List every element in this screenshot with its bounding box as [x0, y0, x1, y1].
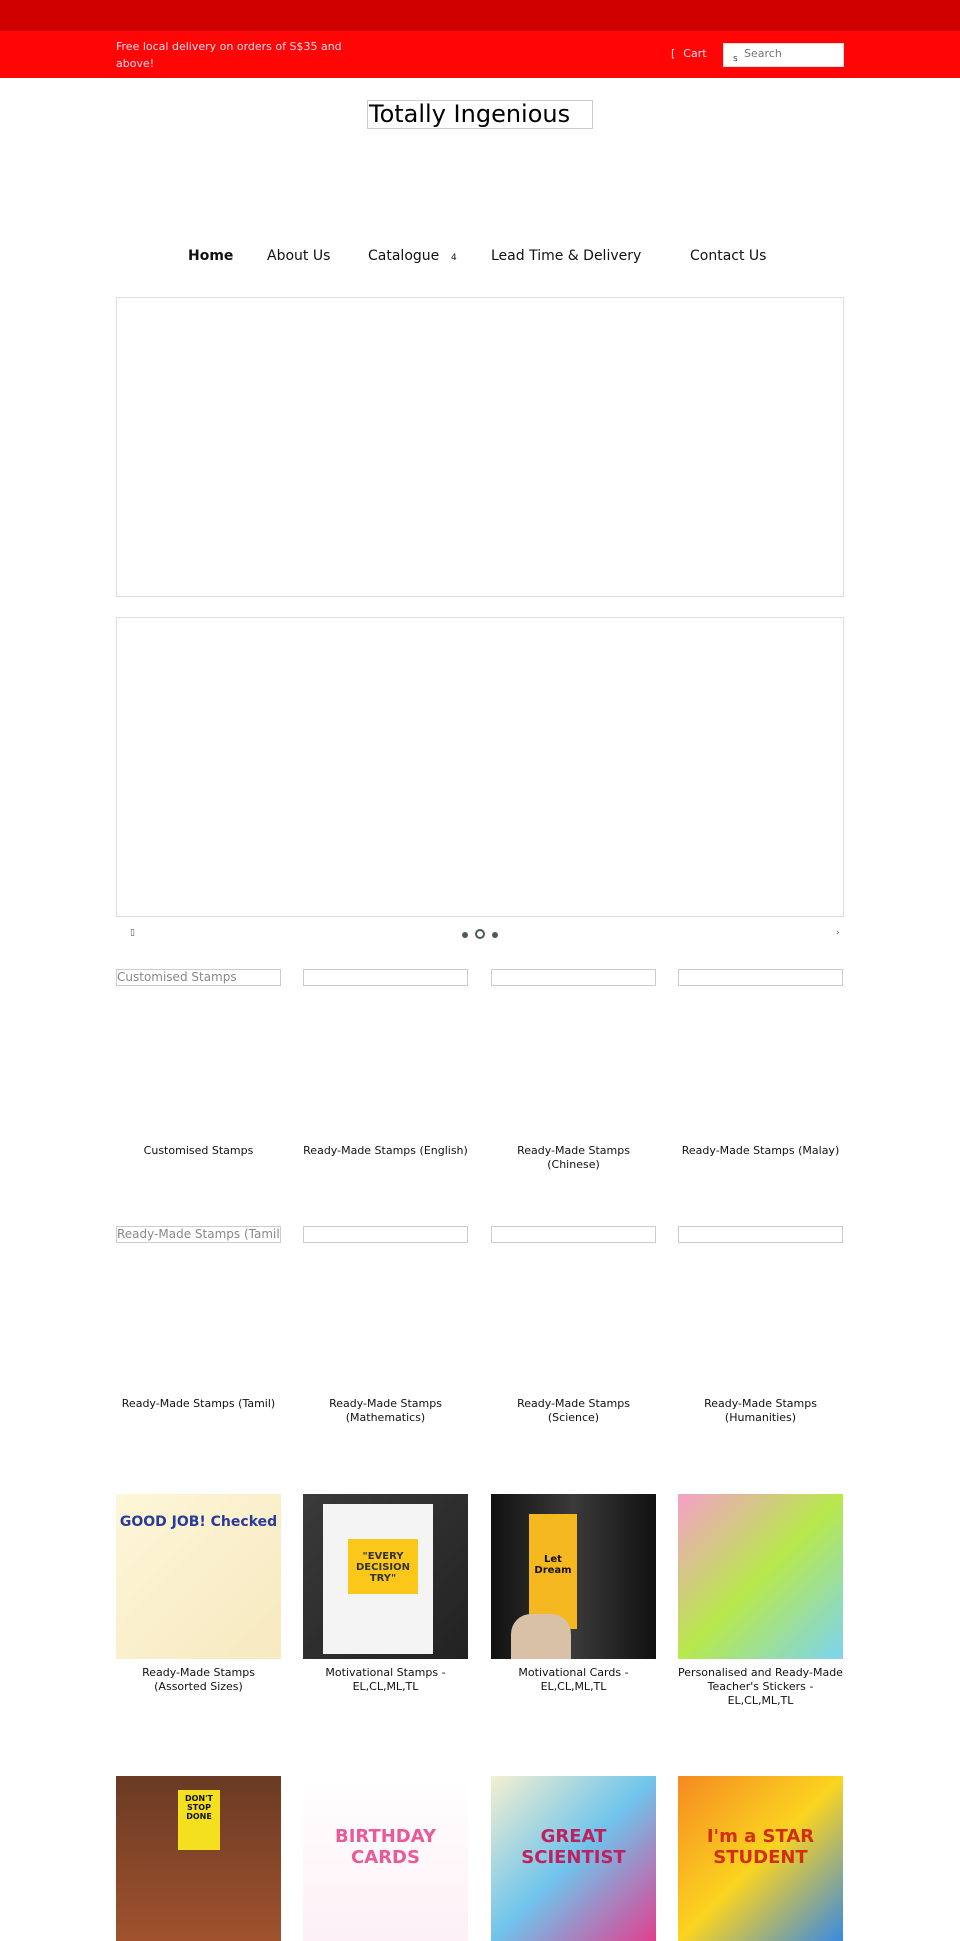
category-image-placeholder[interactable]: Ready-Made Stamps (Tamil): [116, 1226, 281, 1243]
product-image[interactable]: GREAT SCIENTIST: [491, 1776, 656, 1941]
product-image[interactable]: "EVERY DECISION TRY": [303, 1494, 468, 1659]
category-image-placeholder[interactable]: [491, 969, 656, 986]
logo[interactable]: Totally Ingenious: [367, 100, 593, 129]
image-text: I'm a STAR STUDENT: [706, 1826, 815, 1868]
category-label[interactable]: Ready-Made Stamps (Humanities): [678, 1397, 843, 1425]
search-input[interactable]: [744, 47, 839, 60]
prev-arrow-icon[interactable]: ▯: [130, 928, 135, 938]
search-box[interactable]: s: [723, 43, 844, 67]
banner-slide[interactable]: [116, 617, 844, 917]
image-text: DON'T STOP DONE: [178, 1790, 220, 1850]
slider-dot[interactable]: [462, 932, 468, 938]
product-image[interactable]: GOOD JOB! Checked: [116, 1494, 281, 1659]
nav-lead-time[interactable]: Lead Time & Delivery: [491, 248, 641, 264]
banner-slide[interactable]: [116, 297, 844, 597]
product-image[interactable]: DON'T STOP DONE: [116, 1776, 281, 1941]
next-arrow-icon[interactable]: ›: [836, 928, 840, 938]
category-label[interactable]: Ready-Made Stamps (Tamil): [116, 1397, 281, 1411]
category-label[interactable]: Customised Stamps: [116, 1144, 281, 1158]
chevron-down-icon[interactable]: 4: [451, 253, 457, 263]
product-label[interactable]: Motivational Stamps - EL,CL,ML,TL: [303, 1666, 468, 1694]
product-image[interactable]: BIRTHDAY CARDS: [303, 1776, 468, 1941]
category-label[interactable]: Ready-Made Stamps (English): [303, 1144, 468, 1158]
category-label[interactable]: Ready-Made Stamps (Mathematics): [303, 1397, 468, 1425]
image-text: Let Dream: [529, 1514, 577, 1629]
product-label[interactable]: Motivational Cards - EL,CL,ML,TL: [491, 1666, 656, 1694]
product-image[interactable]: Let Dream: [491, 1494, 656, 1659]
category-label[interactable]: Ready-Made Stamps (Science): [491, 1397, 656, 1425]
nav-home[interactable]: Home: [188, 248, 233, 264]
search-icon: s: [733, 54, 738, 64]
image-text: "EVERY DECISION TRY": [348, 1539, 418, 1594]
nav-catalogue[interactable]: Catalogue: [368, 248, 439, 264]
category-label[interactable]: Ready-Made Stamps (Chinese): [491, 1144, 656, 1172]
cart-icon: [: [671, 47, 676, 60]
product-image[interactable]: I'm a STAR STUDENT: [678, 1776, 843, 1941]
promo-text: Free local delivery on orders of S$35 an…: [116, 40, 342, 70]
image-text: [678, 1494, 843, 1514]
category-image-placeholder[interactable]: [678, 969, 843, 986]
slider-dot[interactable]: [492, 932, 498, 938]
top-strip: [0, 0, 960, 31]
category-image-placeholder[interactable]: [491, 1226, 656, 1243]
product-label[interactable]: Personalised and Ready-Made Teacher's St…: [678, 1666, 843, 1708]
image-text: GOOD JOB! Checked: [119, 1514, 278, 1530]
category-image-placeholder[interactable]: Customised Stamps: [116, 969, 281, 986]
image-text: BIRTHDAY CARDS: [335, 1826, 436, 1868]
category-image-placeholder[interactable]: [303, 1226, 468, 1243]
cart-link[interactable]: [ Cart: [671, 47, 707, 60]
slider-dot-active[interactable]: [475, 929, 485, 939]
image-text: GREAT SCIENTIST: [521, 1826, 626, 1868]
product-image[interactable]: [678, 1494, 843, 1659]
category-image-placeholder[interactable]: [678, 1226, 843, 1243]
cart-label: Cart: [683, 47, 707, 60]
nav-contact-us[interactable]: Contact Us: [690, 248, 766, 264]
category-image-placeholder[interactable]: [303, 969, 468, 986]
nav-about-us[interactable]: About Us: [267, 248, 330, 264]
product-label[interactable]: Ready-Made Stamps (Assorted Sizes): [116, 1666, 281, 1694]
category-label[interactable]: Ready-Made Stamps (Malay): [678, 1144, 843, 1158]
